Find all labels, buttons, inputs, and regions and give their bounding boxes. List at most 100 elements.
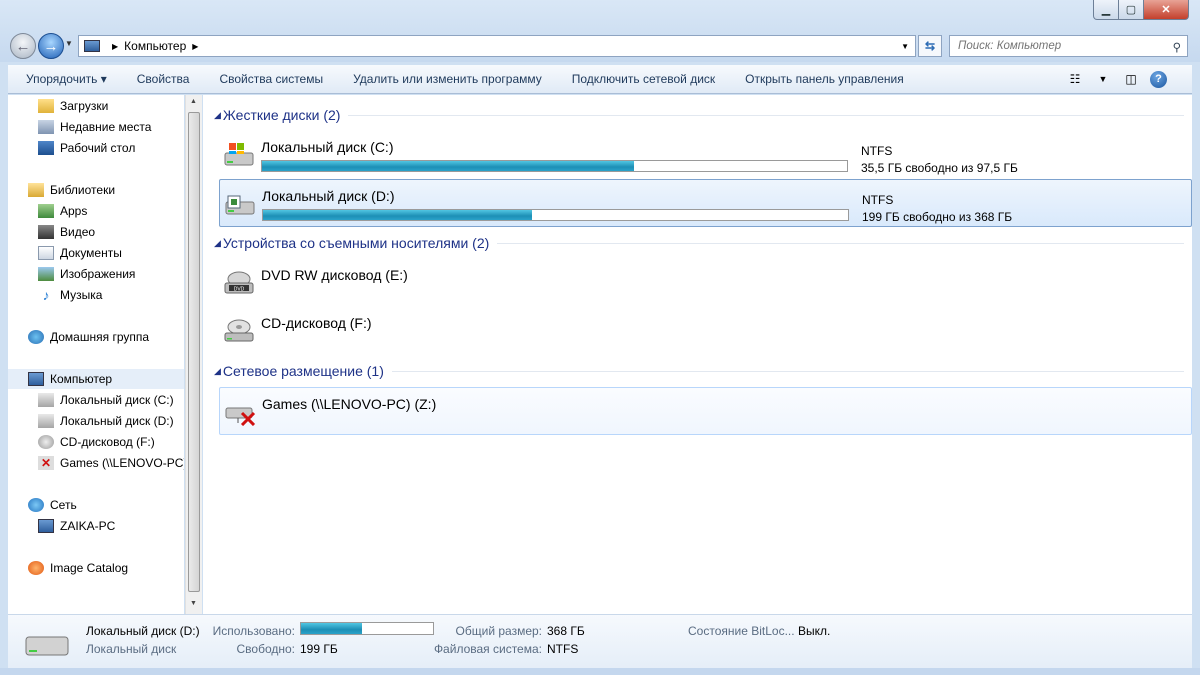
collapse-icon[interactable]: ◢ [214, 238, 221, 249]
group-header-hard-drives[interactable]: ◢ Жесткие диски (2) [214, 107, 1184, 123]
details-free-label: Свободно: [236, 642, 296, 656]
search-box[interactable]: ⚲ [949, 35, 1188, 57]
details-pane: Локальный диск (D:) Локальный диск Испол… [8, 614, 1192, 668]
apps-library-icon [38, 204, 54, 218]
search-input[interactable] [958, 40, 1158, 52]
sidebar-item-downloads[interactable]: Загрузки [8, 96, 184, 116]
properties-button[interactable]: Свойства [122, 72, 205, 86]
collapse-icon[interactable]: ◢ [214, 110, 221, 121]
drive-d-icon [224, 190, 256, 218]
forward-button[interactable]: → [38, 33, 64, 59]
back-arrow-icon: ← [15, 37, 31, 55]
forward-arrow-icon: → [43, 37, 59, 55]
map-network-drive-button[interactable]: Подключить сетевой диск [557, 72, 730, 86]
drive-usage-fill [262, 161, 635, 171]
drive-tile-cd[interactable]: CD-дисковод (F:) [219, 307, 1192, 355]
sidebar-item-games-network[interactable]: ✕ Games (\\LENOVO-PC) [8, 453, 184, 473]
scrollbar-thumb[interactable] [188, 112, 200, 592]
drive-tile-dvd[interactable]: DVD DVD RW дисковод (E:) [219, 259, 1192, 307]
organize-button[interactable]: Упорядочить ▾ [8, 72, 122, 86]
close-icon: ✕ [1161, 4, 1171, 16]
details-total-value: 368 ГБ [547, 624, 585, 638]
breadcrumb-arrow-icon[interactable]: ▶ [192, 42, 198, 51]
sidebar-item-music[interactable]: ♪ Музыка [8, 285, 184, 305]
minimize-icon: ▁ [1101, 4, 1111, 16]
sidebar-item-zaika-pc[interactable]: ZAIKA-PC [8, 516, 184, 536]
open-control-panel-button[interactable]: Открыть панель управления [730, 72, 919, 86]
breadcrumb-computer[interactable]: Компьютер [124, 39, 186, 53]
drive-filesystem: NTFS [861, 144, 893, 158]
network-drive-disconnected-icon: ✕ [38, 456, 54, 470]
view-dropdown-icon[interactable]: ▼ [1094, 70, 1112, 88]
details-total-label: Общий размер: [455, 624, 542, 638]
group-divider [348, 114, 1184, 116]
group-divider [391, 370, 1184, 372]
sidebar-item-computer[interactable]: Компьютер [8, 369, 184, 389]
drive-tile-games[interactable]: Games (\\LENOVO-PC) (Z:) [219, 387, 1192, 435]
drive-d-icon [24, 631, 70, 659]
drive-name: DVD RW дисковод (E:) [261, 267, 408, 283]
drive-name: Games (\\LENOVO-PC) (Z:) [262, 396, 437, 412]
recent-places-icon [38, 120, 54, 134]
libraries-icon [28, 183, 44, 197]
homegroup-icon [28, 330, 44, 344]
close-button[interactable]: ✕ [1143, 0, 1189, 20]
scroll-down-icon[interactable]: ▼ [190, 600, 197, 607]
network-drive-disconnected-icon [224, 398, 256, 427]
sidebar-item-desktop[interactable]: Рабочий стол [8, 138, 184, 158]
sidebar-item-recent-places[interactable]: Недавние места [8, 117, 184, 137]
details-fs-label: Файловая система: [433, 642, 542, 656]
drive-free-space: 35,5 ГБ свободно из 97,5 ГБ [861, 161, 1018, 175]
sidebar-item-libraries[interactable]: Библиотеки [8, 180, 184, 200]
network-icon [28, 498, 44, 512]
scroll-up-icon[interactable]: ▲ [190, 98, 197, 105]
sidebar-item-drive-d[interactable]: Локальный диск (D:) [8, 411, 184, 431]
drive-filesystem: NTFS [862, 193, 894, 207]
refresh-button[interactable]: ⇆ [918, 35, 942, 57]
uninstall-program-button[interactable]: Удалить или изменить программу [338, 72, 557, 86]
sidebar-item-video[interactable]: Видео [8, 222, 184, 242]
sidebar-item-drive-c[interactable]: Локальный диск (C:) [8, 390, 184, 410]
breadcrumb-arrow-icon[interactable]: ▶ [112, 42, 118, 51]
image-catalog-icon [28, 561, 44, 575]
drive-tile-d[interactable]: Локальный диск (D:) NTFS 199 ГБ свободно… [219, 179, 1192, 227]
group-header-network[interactable]: ◢ Сетевое размещение (1) [214, 363, 1184, 379]
collapse-icon[interactable]: ◢ [214, 366, 221, 377]
computer-icon [84, 40, 100, 52]
downloads-folder-icon [38, 99, 54, 113]
sidebar-item-network[interactable]: Сеть [8, 495, 184, 515]
address-dropdown-icon[interactable]: ▼ [901, 42, 909, 51]
back-button[interactable]: ← [10, 33, 36, 59]
group-header-removable[interactable]: ◢ Устройства со съемными носителями (2) [214, 235, 1184, 251]
change-view-icon[interactable]: ☷ [1066, 70, 1084, 88]
computer-icon [28, 372, 44, 386]
sidebar-item-cd-drive[interactable]: CD-дисковод (F:) [8, 432, 184, 452]
sidebar-item-image-catalog[interactable]: Image Catalog [8, 558, 184, 578]
drive-tile-c[interactable]: Локальный диск (C:) NTFS 35,5 ГБ свободн… [219, 131, 1192, 179]
sidebar-scrollbar[interactable]: ▲ ▼ [185, 95, 202, 614]
sidebar-item-pictures[interactable]: Изображения [8, 264, 184, 284]
help-icon[interactable]: ? [1150, 70, 1167, 88]
drive-name: CD-дисковод (F:) [261, 315, 372, 331]
view-controls: ☷ ▼ ◫ ? [1066, 70, 1167, 88]
sidebar-item-documents[interactable]: Документы [8, 243, 184, 263]
refresh-icon: ⇆ [924, 39, 936, 53]
sidebar-item-homegroup[interactable]: Домашняя группа [8, 327, 184, 347]
cd-drive-icon [38, 435, 54, 449]
drive-c-icon [223, 141, 255, 169]
pictures-icon [38, 267, 54, 281]
command-bar: Упорядочить ▾ Свойства Свойства системы … [8, 65, 1192, 94]
maximize-button[interactable]: ▢ [1118, 0, 1144, 20]
drive-usage-fill [263, 210, 532, 220]
drive-usage-bar [261, 160, 848, 172]
preview-pane-icon[interactable]: ◫ [1122, 70, 1140, 88]
system-properties-button[interactable]: Свойства системы [204, 72, 338, 86]
sidebar-item-apps[interactable]: Apps [8, 201, 184, 221]
group-divider [497, 242, 1184, 244]
maximize-icon: ▢ [1125, 4, 1137, 16]
minimize-button[interactable]: ▁ [1093, 0, 1119, 20]
details-drive-name: Локальный диск (D:) [86, 624, 200, 638]
address-bar[interactable]: ▶ Компьютер ▶ ▼ [78, 35, 916, 57]
recent-pages-dropdown[interactable]: ▼ [65, 39, 73, 48]
search-icon[interactable]: ⚲ [1173, 40, 1181, 54]
